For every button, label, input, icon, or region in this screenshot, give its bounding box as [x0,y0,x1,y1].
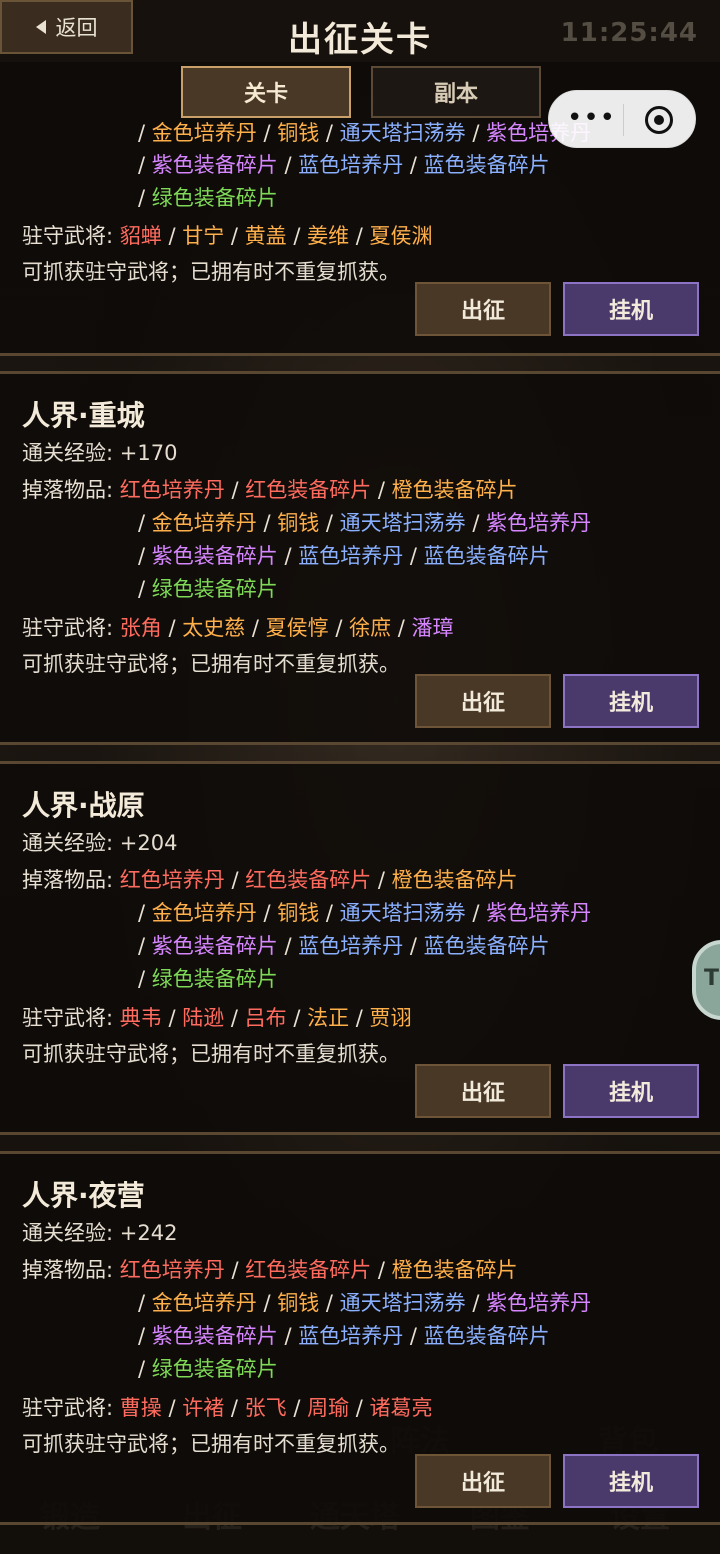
guards-row: 驻守武将: 典韦 / 陆逊 / 吕布 / 法正 / 贾诩 [22,1006,412,1030]
go-button[interactable]: 出征 [415,674,551,728]
capsule-divider [623,104,624,136]
stage-title: 人界·重城 [22,399,145,432]
drops-line-3: / 紫色装备碎片 / 蓝色培养丹 / 蓝色装备碎片 [138,934,550,958]
idle-button[interactable]: 挂机 [563,282,699,336]
guards-row: 驻守武将: 貂蝉 / 甘宁 / 黄盖 / 姜维 / 夏侯渊 [22,224,433,248]
drops-line-3: / 紫色装备碎片 / 蓝色培养丹 / 蓝色装备碎片 [138,1324,550,1348]
capture-note: 可抓获驻守武将；已拥有时不重复抓获。 [22,1432,400,1456]
capture-note: 可抓获驻守武将；已拥有时不重复抓获。 [22,652,400,676]
clock-display: 11:25:44 [560,18,698,48]
drops-line-4: / 绿色装备碎片 [138,577,278,601]
more-options-icon[interactable]: ••• [567,105,616,131]
drops-line-2: / 金色培养丹 / 铜钱 / 通天塔扫荡券 / 紫色培养丹 [138,511,592,535]
idle-button[interactable]: 挂机 [563,674,699,728]
exp-row: 通关经验: +242 [22,1221,178,1245]
drops-line-2: / 金色培养丹 / 铜钱 / 通天塔扫荡券 / 紫色培养丹 [138,901,592,925]
drops-row: 掉落物品: 红色培养丹 / 红色装备碎片 / 橙色装备碎片 [22,478,518,502]
idle-button[interactable]: 挂机 [563,1064,699,1118]
drops-line-2: / 金色培养丹 / 铜钱 / 通天塔扫荡券 / 紫色培养丹 [138,1291,592,1315]
drops-line-3: / 紫色装备碎片 / 蓝色培养丹 / 蓝色装备碎片 [138,544,550,568]
tab-stages[interactable]: 关卡 [181,66,351,118]
drops-line-4: / 绿色装备碎片 [138,967,278,991]
close-miniprogram-icon[interactable] [645,106,673,134]
drops-row: 掉落物品: 红色培养丹 / 红色装备碎片 / 橙色装备碎片 [22,868,518,892]
tab-dungeon[interactable]: 副本 [371,66,541,118]
guards-row: 驻守武将: 张角 / 太史慈 / 夏侯惇 / 徐庶 / 潘璋 [22,616,454,640]
exp-row: 通关经验: +170 [22,441,178,465]
drops-line-4: / 绿色装备碎片 [138,186,278,210]
guards-row: 驻守武将: 曹操 / 许褚 / 张飞 / 周瑜 / 诸葛亮 [22,1396,433,1420]
go-button[interactable]: 出征 [415,282,551,336]
capture-note: 可抓获驻守武将；已拥有时不重复抓获。 [22,260,400,284]
go-button[interactable]: 出征 [415,1454,551,1508]
drops-row: 掉落物品: 红色培养丹 / 红色装备碎片 / 橙色装备碎片 [22,1258,518,1282]
exp-row: 通关经验: +204 [22,831,178,855]
drops-line-4: / 绿色装备碎片 [138,1357,278,1381]
stage-title: 人界·战原 [22,789,145,822]
stage-card: 人界·夜营 通关经验: +242 掉落物品: 红色培养丹 / 红色装备碎片 / … [0,1151,720,1525]
stage-card: 人界·战原 通关经验: +204 掉落物品: 红色培养丹 / 红色装备碎片 / … [0,761,720,1135]
drops-line-3: / 紫色装备碎片 / 蓝色培养丹 / 蓝色装备碎片 [138,153,550,177]
capture-note: 可抓获驻守武将；已拥有时不重复抓获。 [22,1042,400,1066]
top-header: 返回 出征关卡 11:25:44 [0,0,720,62]
stage-title: 人界·夜营 [22,1179,145,1212]
go-button[interactable]: 出征 [415,1064,551,1118]
floating-button-icon: T [704,966,720,991]
miniprogram-capsule: ••• [548,90,696,148]
idle-button[interactable]: 挂机 [563,1454,699,1508]
stage-card: 人界·重城 通关经验: +170 掉落物品: 红色培养丹 / 红色装备碎片 / … [0,371,720,745]
